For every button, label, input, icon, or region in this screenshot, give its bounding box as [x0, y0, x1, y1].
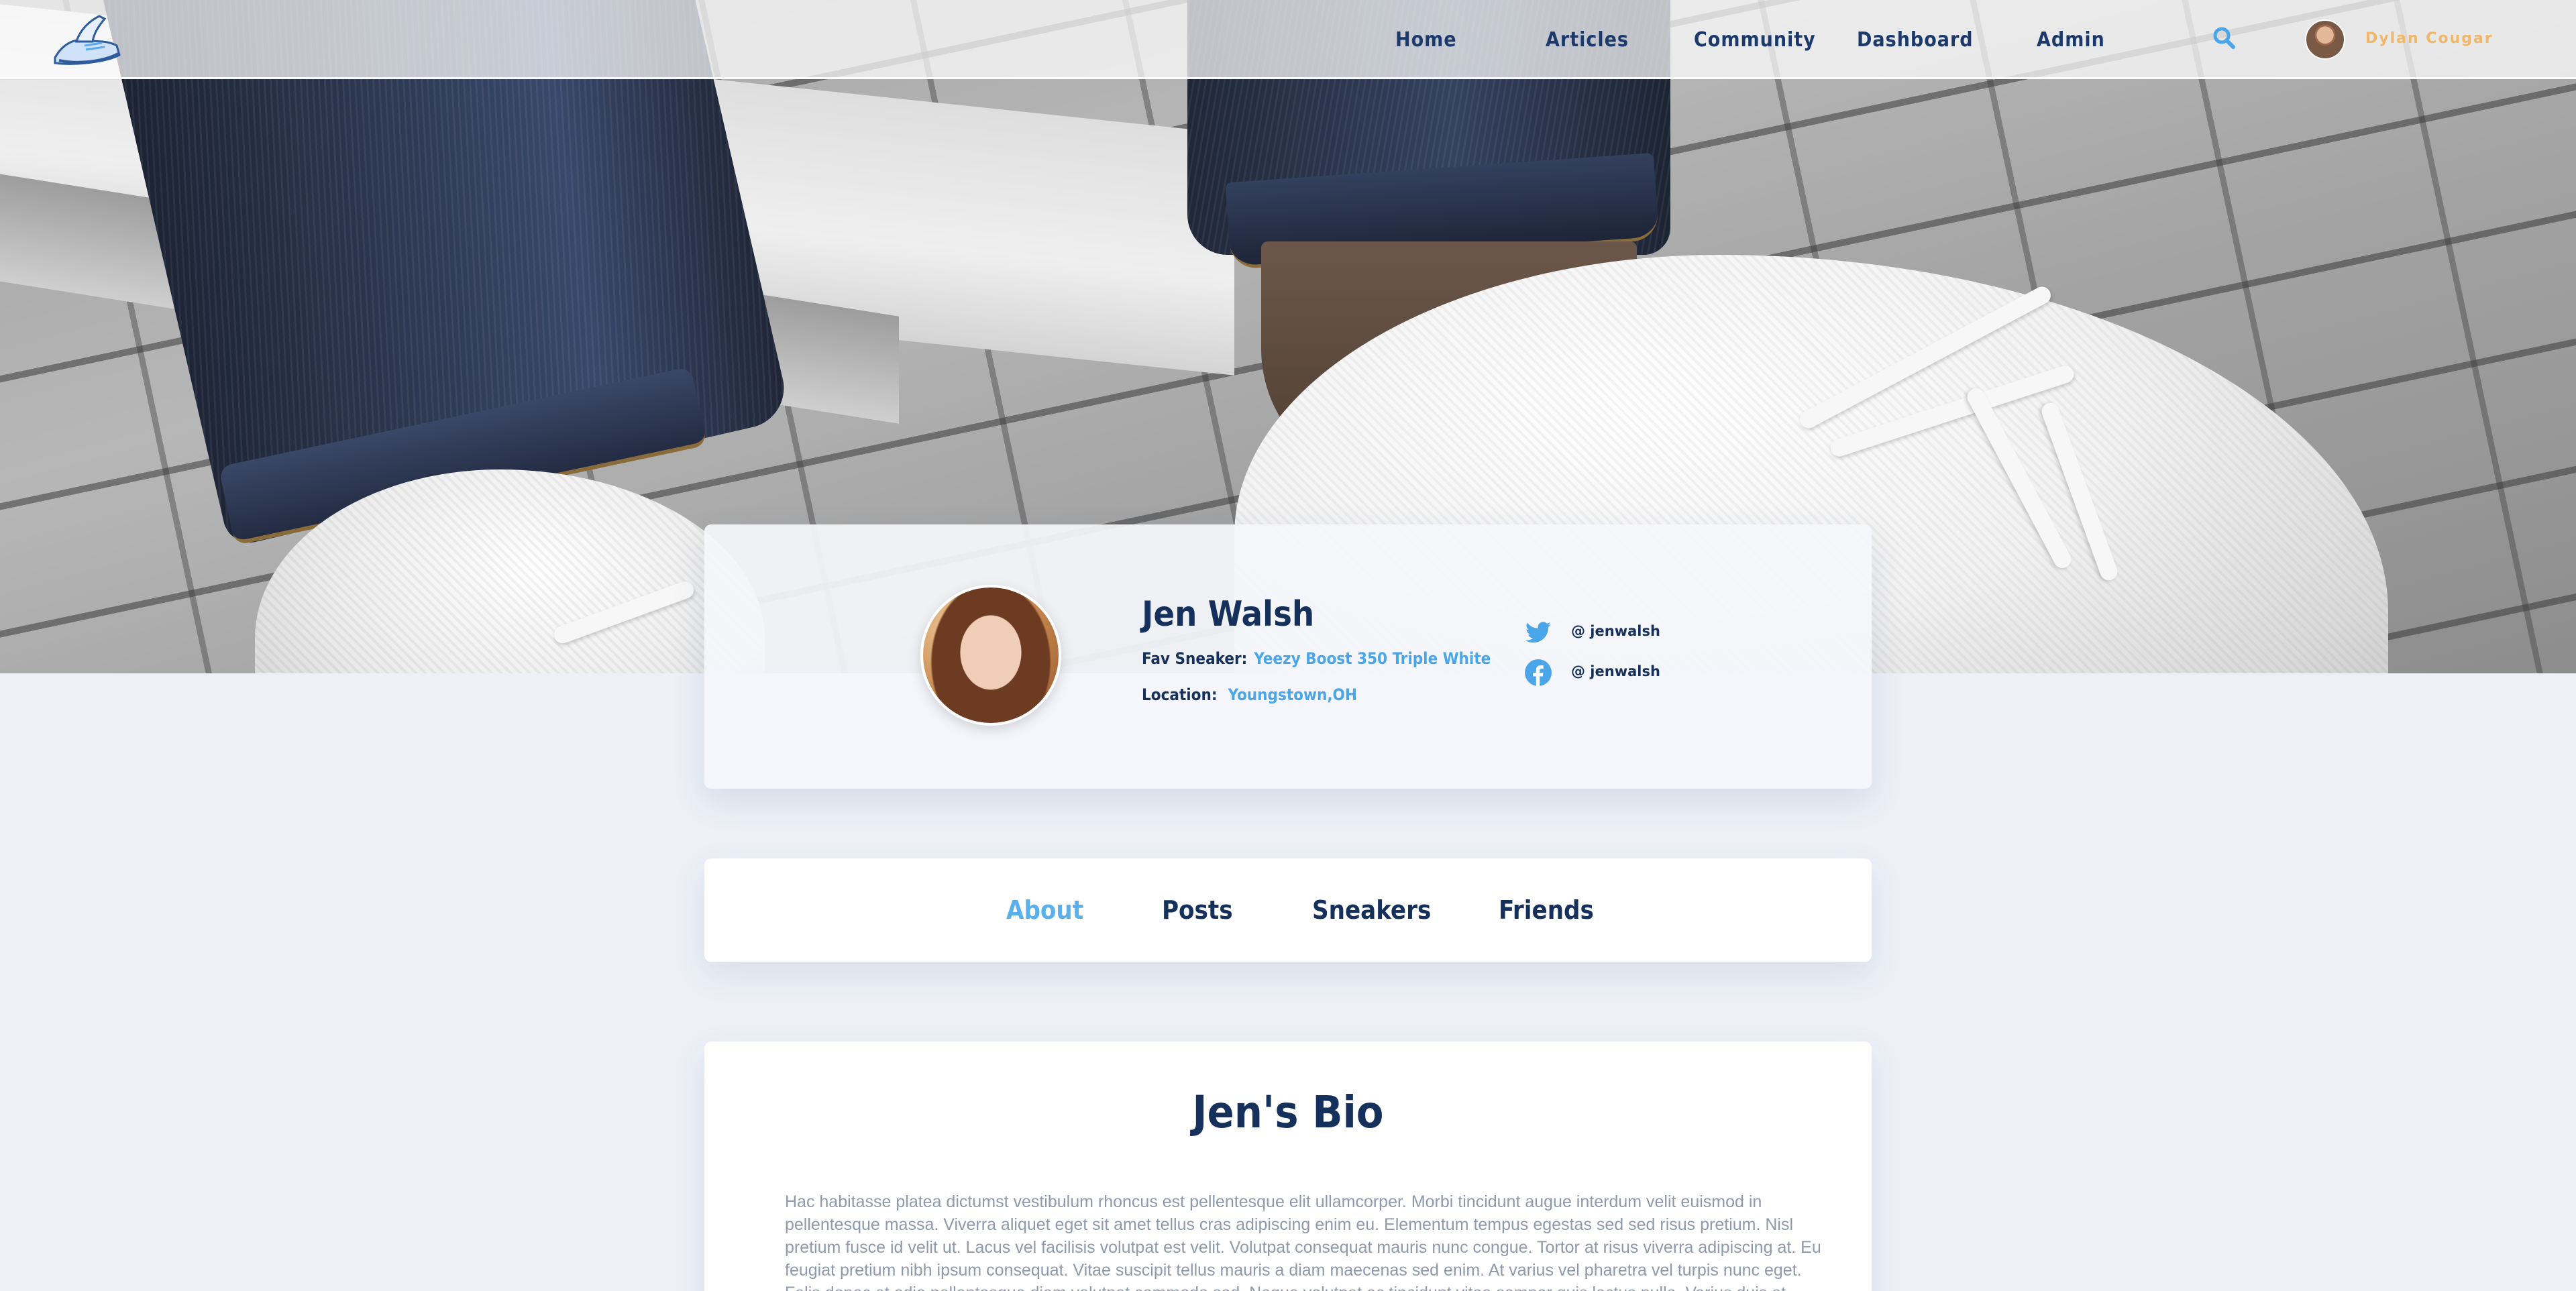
- profile-name: Jen Walsh: [1142, 594, 1315, 634]
- location-value[interactable]: Youngstown,OH: [1228, 685, 1357, 704]
- fav-sneaker-value[interactable]: Yeezy Boost 350 Triple White: [1254, 649, 1491, 668]
- fav-sneaker-label: Fav Sneaker:: [1142, 649, 1248, 668]
- bio-card: Jen's Bio Hac habitasse platea dictumst …: [704, 1042, 1872, 1291]
- facebook-icon[interactable]: [1524, 659, 1552, 687]
- location-label: Location:: [1142, 685, 1218, 704]
- facebook-handle[interactable]: @ jenwalsh: [1571, 660, 1660, 683]
- profile-card: Jen Walsh Fav Sneaker: Yeezy Boost 350 Tr…: [704, 524, 1872, 789]
- tab-friends[interactable]: Friends: [1499, 891, 1594, 930]
- nav-community-link[interactable]: Community: [1694, 25, 1816, 55]
- fav-sneaker-row: Fav Sneaker: Yeezy Boost 350 Triple White: [1142, 647, 1491, 671]
- profile-avatar: [920, 585, 1061, 726]
- twitter-icon[interactable]: [1524, 618, 1552, 647]
- profile-tabs: About Posts Sneakers Friends: [704, 858, 1872, 962]
- top-navbar: Home Articles Community Dashboard Admin …: [0, 0, 2576, 79]
- tab-about[interactable]: About: [1006, 891, 1083, 930]
- nav-articles-link[interactable]: Articles: [1546, 25, 1629, 55]
- nav-dashboard-link[interactable]: Dashboard: [1857, 25, 1974, 55]
- nav-home-link[interactable]: Home: [1395, 25, 1457, 55]
- bio-title: Jen's Bio: [1192, 1086, 1384, 1138]
- twitter-handle[interactable]: @ jenwalsh: [1571, 620, 1660, 642]
- location-row: Location: Youngstown,OH: [1142, 683, 1357, 707]
- tab-posts[interactable]: Posts: [1162, 891, 1233, 930]
- search-icon[interactable]: [2212, 25, 2236, 50]
- nav-admin-link[interactable]: Admin: [2037, 25, 2105, 55]
- user-avatar[interactable]: [2305, 19, 2345, 60]
- bio-text: Hac habitasse platea dictumst vestibulum…: [785, 1192, 1821, 1291]
- sneaker-logo-icon[interactable]: [50, 11, 123, 71]
- tab-sneakers[interactable]: Sneakers: [1312, 891, 1431, 930]
- user-name[interactable]: Dylan Cougar: [2365, 27, 2493, 51]
